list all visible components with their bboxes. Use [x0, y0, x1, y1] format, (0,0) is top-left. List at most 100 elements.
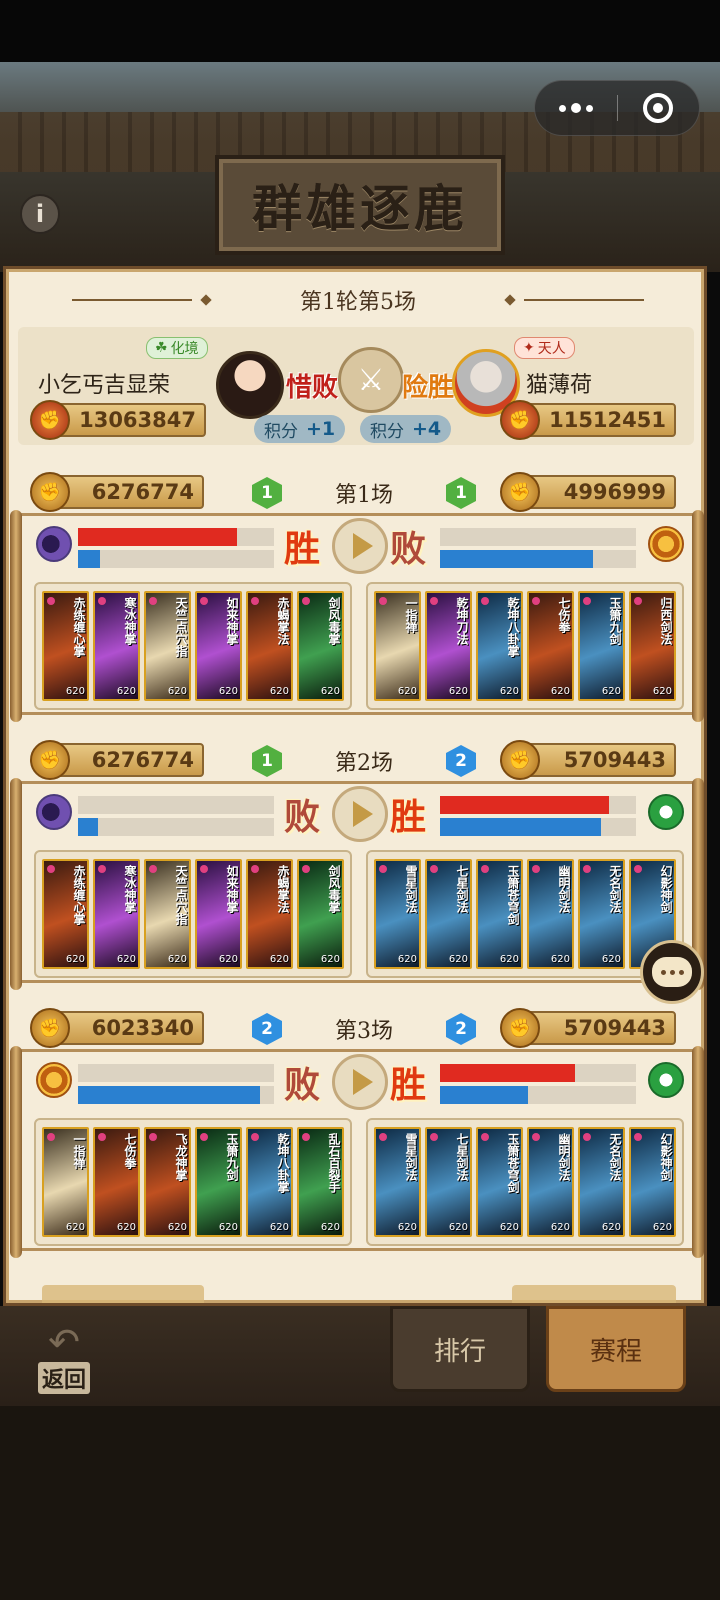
left-score-pill: 积分 +1: [254, 415, 346, 443]
moon-faction-icon: [36, 794, 72, 830]
skill-card-level: 620: [601, 686, 621, 697]
skill-card[interactable]: 七星剑法 620: [425, 859, 472, 969]
back-arrow-icon: ↶: [48, 1320, 80, 1364]
rank-gem-icon: [302, 1133, 310, 1141]
skill-card-level: 620: [550, 686, 570, 697]
game1-left-result: 胜: [284, 528, 321, 570]
skill-card[interactable]: 赤蝎掌法 620: [246, 859, 293, 969]
game2-replay-play-icon[interactable]: [332, 786, 388, 842]
skill-card[interactable]: 天竺点穴指 620: [144, 859, 191, 969]
skill-card[interactable]: 无名剑法 620: [578, 859, 625, 969]
rank-gem-icon: [481, 865, 489, 873]
rank-gem-icon: [481, 1133, 489, 1141]
game1-replay-play-icon[interactable]: [332, 518, 388, 574]
info-icon[interactable]: i: [20, 194, 60, 234]
skill-card[interactable]: 剑风毒掌 620: [297, 859, 344, 969]
game2-left-power: ✊ 6276774: [30, 740, 204, 780]
skill-card-name: 寒冰神掌: [123, 865, 137, 913]
chat-bubble-icon[interactable]: [640, 940, 704, 1004]
skill-card-level: 620: [269, 1222, 289, 1233]
game3-header: 2 第3场 2: [238, 1011, 490, 1047]
game3-right-badge: 2: [446, 1013, 476, 1045]
tab-ranking[interactable]: 排行: [390, 1306, 530, 1392]
skill-card-level: 620: [218, 1222, 238, 1233]
skill-card[interactable]: 如来神掌 620: [195, 859, 242, 969]
skill-card[interactable]: 寒冰神掌 620: [93, 591, 140, 701]
sun-faction-icon: [36, 1062, 72, 1098]
rank-gem-icon: [583, 1133, 591, 1141]
rank-gem-icon: [532, 1133, 540, 1141]
skill-card[interactable]: 玉箫苍穹剑 620: [476, 1127, 523, 1237]
skill-card-level: 620: [601, 1222, 621, 1233]
game2-left-team: 赤练缠心掌 620 寒冰神掌 620 天竺点穴指 620 如来神掌 620 赤蝎掌法 620 剑风毒…: [34, 850, 352, 978]
skill-card[interactable]: 天竺点穴指 620: [144, 591, 191, 701]
scroll-rod: [10, 510, 22, 722]
skill-card[interactable]: 雪星剑法 620: [374, 859, 421, 969]
skill-card-level: 620: [320, 686, 340, 697]
skill-card[interactable]: 赤练缠心掌 620: [42, 591, 89, 701]
status-bar: [0, 0, 720, 62]
game3-left-badge: 2: [252, 1013, 282, 1045]
right-score-pill: 积分 +4: [360, 415, 452, 443]
game2-right-team: 雪星剑法 620 七星剑法 620 玉箫苍穹剑 620 幽明剑法 620 无名剑法 620 幻影神剑…: [366, 850, 684, 978]
tab-schedule[interactable]: 赛程: [546, 1306, 686, 1392]
left-realm-badge: ☘ 化境: [146, 337, 208, 359]
scroll-rod: [10, 778, 22, 990]
skill-card[interactable]: 七伤拳 620: [527, 591, 574, 701]
game1-right-team: 一指禅 620 乾坤刀法 620 乾坤八卦掌 620 七伤拳 620 玉箫九剑 620 归西剑法 62…: [366, 582, 684, 710]
more-dots-icon[interactable]: [535, 80, 617, 136]
leaf-faction-icon: [648, 1062, 684, 1098]
skill-card-name: 剑风毒掌: [327, 865, 341, 913]
game3-replay-play-icon[interactable]: [332, 1054, 388, 1110]
round-title: 第1轮第5场: [300, 290, 416, 315]
skill-card[interactable]: 飞龙神掌 620: [144, 1127, 191, 1237]
rank-gem-icon: [532, 597, 540, 605]
skill-card-name: 七星剑法: [455, 1133, 469, 1181]
rank-gem-icon: [634, 597, 642, 605]
left-player-avatar[interactable]: [216, 351, 284, 419]
skill-card[interactable]: 如来神掌 620: [195, 591, 242, 701]
realm-icon: ☘: [155, 340, 168, 356]
game3-left-mp-bar: [78, 1086, 274, 1104]
skill-card[interactable]: 归西剑法 620: [629, 591, 676, 701]
game1-card[interactable]: 胜 败 赤练缠心掌 620 寒冰神掌 620 天竺点穴指 620 如来神掌 620 赤蝎掌法 62…: [10, 510, 704, 722]
skill-card-name: 寒冰神掌: [123, 597, 137, 645]
rank-gem-icon: [430, 597, 438, 605]
skill-card-name: 乾坤刀法: [455, 597, 469, 645]
skill-card[interactable]: 寒冰神掌 620: [93, 859, 140, 969]
skill-card-name: 雪星剑法: [404, 865, 418, 913]
skill-card-name: 七伤拳: [557, 597, 571, 633]
skill-card-name: 天竺点穴指: [174, 865, 188, 925]
game3-card[interactable]: 败 胜 一指禅 620 七伤拳 620 飞龙神掌 620 玉箫九剑 620 乾坤八卦掌 620 乱石…: [10, 1046, 704, 1258]
rank-gem-icon: [200, 865, 208, 873]
skill-card[interactable]: 无名剑法 620: [578, 1127, 625, 1237]
skill-card[interactable]: 玉箫九剑 620: [195, 1127, 242, 1237]
skill-card[interactable]: 玉箫苍穹剑 620: [476, 859, 523, 969]
skill-card[interactable]: 乾坤八卦掌 620: [246, 1127, 293, 1237]
skill-card[interactable]: 乱石百裂手 620: [297, 1127, 344, 1237]
skill-card[interactable]: 赤蝎掌法 620: [246, 591, 293, 701]
game3-title: 第3场: [335, 1019, 393, 1044]
skill-card[interactable]: 幻影神剑 620: [629, 1127, 676, 1237]
skill-card[interactable]: 幽明剑法 620: [527, 859, 574, 969]
skill-card[interactable]: 一指禅 620: [42, 1127, 89, 1237]
back-button[interactable]: ↶ 返回: [28, 1320, 100, 1394]
skill-card[interactable]: 赤练缠心掌 620: [42, 859, 89, 969]
skill-card-name: 玉箫九剑: [225, 1133, 239, 1181]
mini-program-capsule: [534, 80, 700, 136]
skill-card[interactable]: 七星剑法 620: [425, 1127, 472, 1237]
rank-gem-icon: [98, 1133, 106, 1141]
skill-card[interactable]: 雪星剑法 620: [374, 1127, 421, 1237]
game2-right-hp-bar: [440, 796, 636, 814]
target-close-icon[interactable]: [618, 80, 700, 136]
skill-card[interactable]: 剑风毒掌 620: [297, 591, 344, 701]
skill-card[interactable]: 玉箫九剑 620: [578, 591, 625, 701]
skill-card[interactable]: 乾坤八卦掌 620: [476, 591, 523, 701]
game2-card[interactable]: 败 胜 赤练缠心掌 620 寒冰神掌 620 天竺点穴指 620 如来神掌 620 赤蝎掌法 62…: [10, 778, 704, 990]
rank-gem-icon: [47, 865, 55, 873]
skill-card-level: 620: [269, 686, 289, 697]
skill-card[interactable]: 幽明剑法 620: [527, 1127, 574, 1237]
skill-card[interactable]: 七伤拳 620: [93, 1127, 140, 1237]
skill-card[interactable]: 一指禅 620: [374, 591, 421, 701]
skill-card[interactable]: 乾坤刀法 620: [425, 591, 472, 701]
